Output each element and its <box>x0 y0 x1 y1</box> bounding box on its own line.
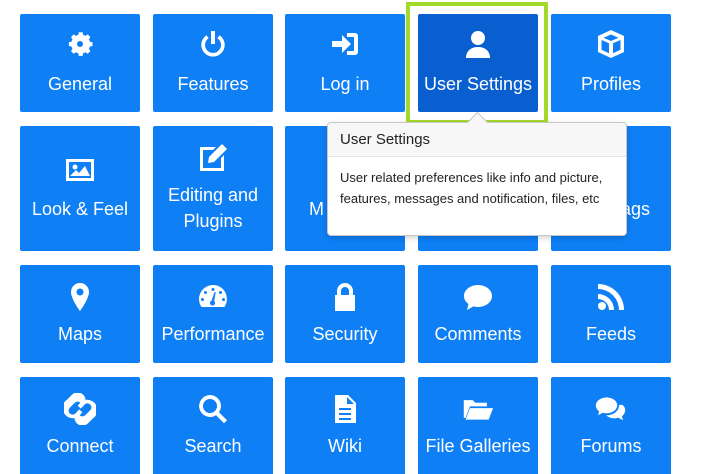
comment-icon <box>418 281 538 313</box>
tile-label: M <box>309 199 324 219</box>
tile-general[interactable]: General <box>20 14 140 112</box>
tile-label: General <box>47 74 113 94</box>
tile-maps[interactable]: Maps <box>20 265 140 363</box>
tile-label: Log in <box>320 74 370 94</box>
tile-label: File Galleries <box>425 436 531 456</box>
tile-label: Connect <box>46 436 114 456</box>
tile-label: Editing and Plugins <box>167 185 259 231</box>
tile-label: User Settings <box>423 74 533 94</box>
tile-features[interactable]: Features <box>153 14 273 112</box>
edit-icon <box>153 142 273 174</box>
tile-performance[interactable]: Performance <box>153 265 273 363</box>
tile-forums[interactable]: Forums <box>551 377 671 474</box>
dashboard-icon <box>153 281 273 313</box>
tile-profiles[interactable]: Profiles <box>551 14 671 112</box>
folder-open-icon <box>418 393 538 425</box>
tile-search[interactable]: Search <box>153 377 273 474</box>
tile-feeds[interactable]: Feeds <box>551 265 671 363</box>
file-text-icon <box>285 393 405 425</box>
link-icon <box>20 393 140 425</box>
tile-label: Profiles <box>580 74 642 94</box>
tile-security[interactable]: Security <box>285 265 405 363</box>
tile-label: Performance <box>161 324 265 344</box>
tooltip-popover: User Settings User related preferences l… <box>327 111 627 236</box>
tile-label: Security <box>312 324 378 344</box>
power-icon <box>153 28 273 60</box>
comments-icon <box>551 393 671 425</box>
tile-comments[interactable]: Comments <box>418 265 538 363</box>
tile-look-and-feel[interactable]: Look & Feel <box>20 126 140 251</box>
tile-label: Wiki <box>328 436 362 456</box>
tooltip-body: User related preferences like info and p… <box>340 170 603 206</box>
rss-icon <box>551 281 671 313</box>
user-icon <box>418 28 538 60</box>
cube-icon <box>551 28 671 60</box>
lock-icon <box>285 281 405 313</box>
sign-in-icon <box>285 28 405 60</box>
map-marker-icon <box>20 281 140 313</box>
tile-label: Maps <box>57 324 102 344</box>
tile-user-settings[interactable]: User Settings <box>418 14 538 112</box>
tooltip-title: User Settings <box>328 123 626 157</box>
gear-icon <box>20 28 140 60</box>
tile-label: Features <box>177 74 249 94</box>
tile-editing-and-plugins[interactable]: Editing and Plugins <box>153 126 273 251</box>
tile-file-galleries[interactable]: File Galleries <box>418 377 538 474</box>
search-icon <box>153 393 273 425</box>
tile-connect[interactable]: Connect <box>20 377 140 474</box>
tile-wiki[interactable]: Wiki <box>285 377 405 474</box>
tile-label: Look & Feel <box>31 199 129 219</box>
tile-log-in[interactable]: Log in <box>285 14 405 112</box>
tile-label: Feeds <box>585 324 637 344</box>
tile-label: Forums <box>580 436 642 456</box>
tile-label: Search <box>184 436 242 456</box>
tile-label: Comments <box>434 324 522 344</box>
image-icon <box>20 154 140 186</box>
